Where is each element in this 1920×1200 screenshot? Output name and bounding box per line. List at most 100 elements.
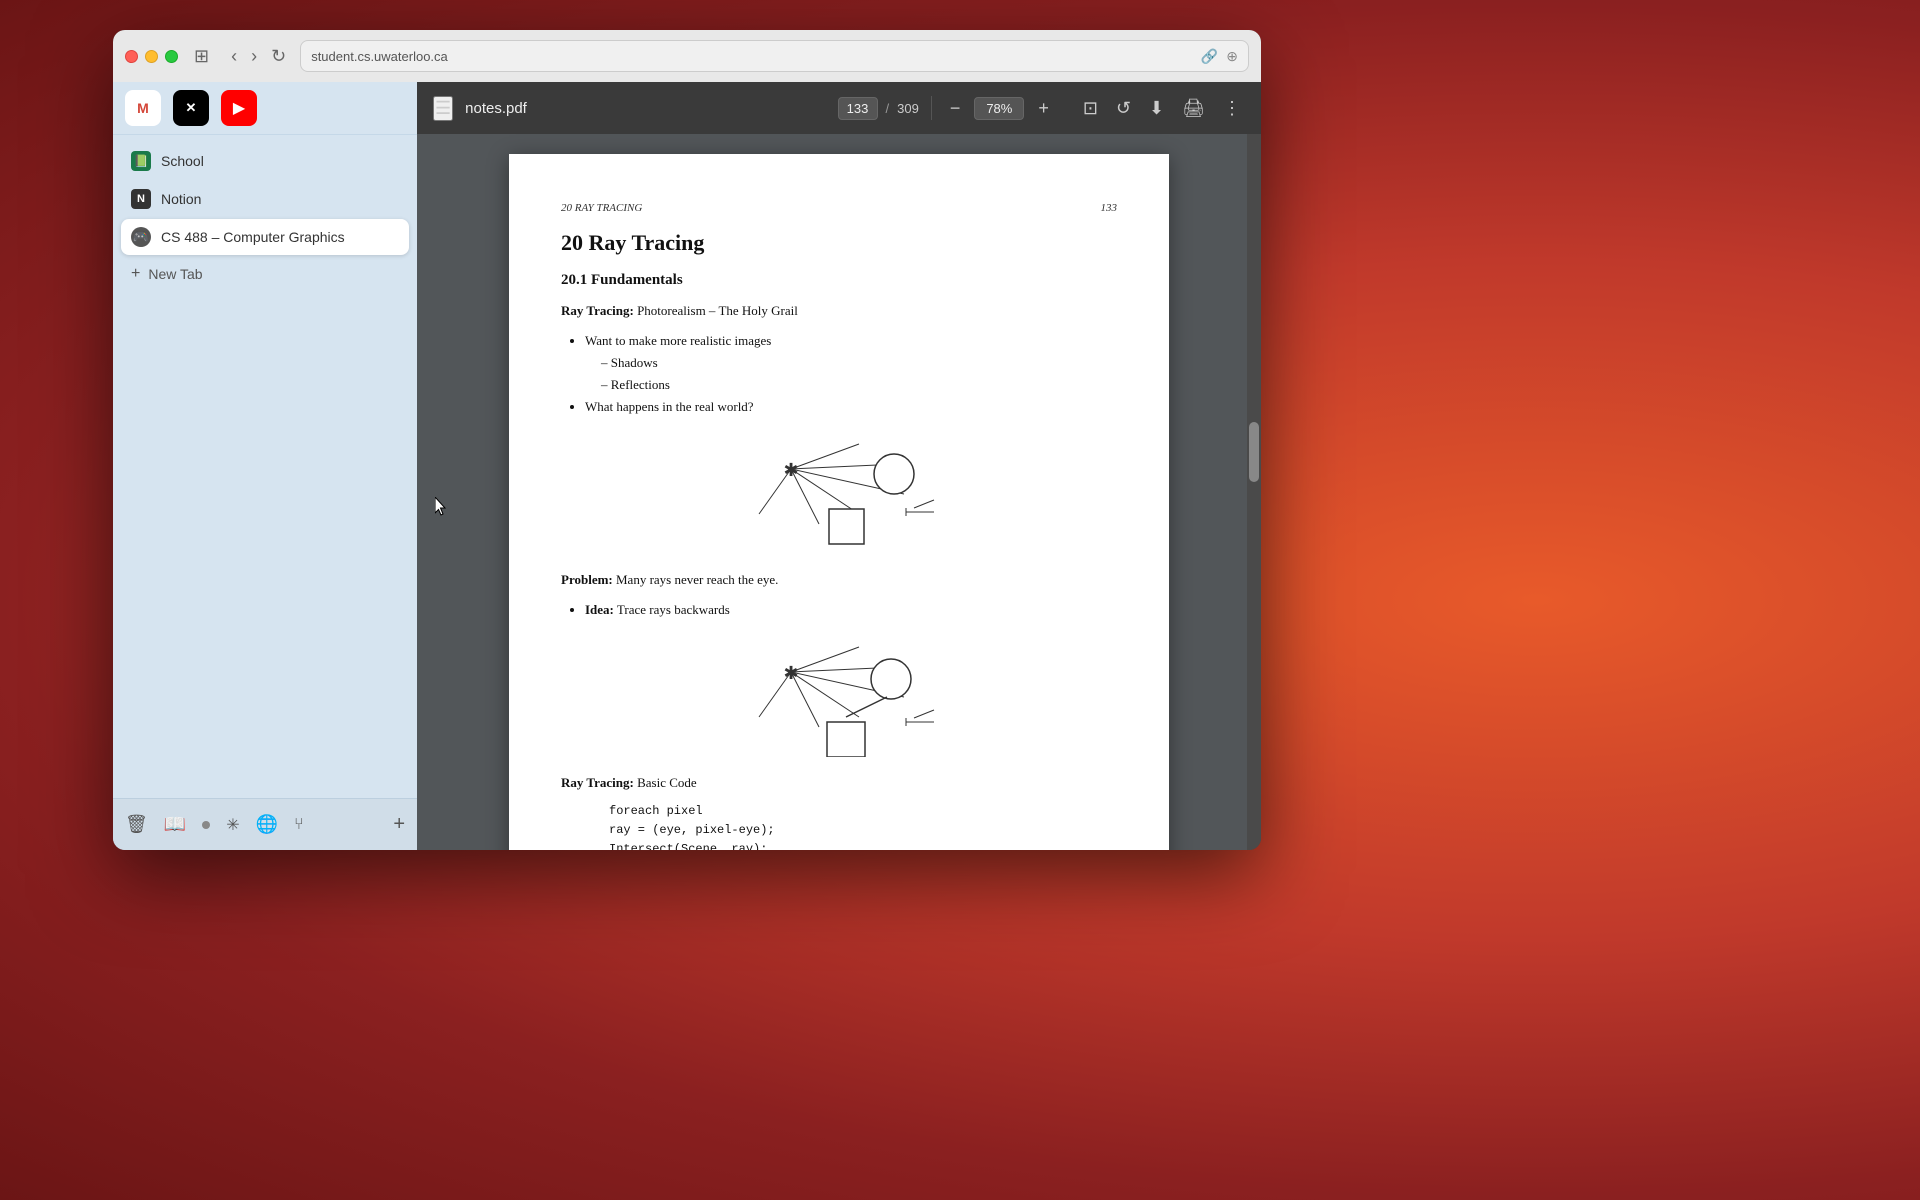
gmail-icon: M (137, 100, 149, 116)
basic-code-subtitle: Basic Code (637, 775, 697, 790)
sub-item-reflections: Reflections (601, 374, 1117, 396)
pdf-page-header: 20 RAY TRACING 133 (561, 202, 1117, 214)
bookmark-gmail[interactable]: M (125, 90, 161, 126)
minimize-button[interactable] (145, 50, 158, 63)
rotate-button[interactable]: ↺ (1112, 94, 1135, 123)
problem-text: Problem: Many rays never reach the eye. (561, 570, 1117, 591)
sub-list-1: Shadows Reflections (601, 352, 1117, 396)
idea-text: Trace rays backwards (617, 602, 730, 617)
section-title: 20.1 Fundamentals (561, 272, 1117, 289)
pdf-viewer: ☰ notes.pdf / 309 − 78% + ⊡ ↺ ⬇ 🖨 ⋮ (417, 82, 1261, 850)
basic-code-intro: Ray Tracing: Basic Code (561, 773, 1117, 794)
more-options-button[interactable]: ⋮ (1219, 94, 1245, 123)
notion-icon: N (137, 193, 145, 205)
address-bar[interactable]: student.cs.uwaterloo.ca 🔗 ⊕ (300, 40, 1249, 72)
add-icon[interactable]: + (393, 813, 405, 836)
share-icon[interactable]: ⊕ (1226, 48, 1238, 65)
tab-school[interactable]: 📗 School (121, 143, 409, 179)
page-total: 309 (897, 101, 919, 116)
ray-tracing-subtitle: Photorealism – The Holy Grail (637, 303, 798, 318)
idea-label: Idea: (585, 602, 614, 617)
ray-tracing-basic-label: Ray Tracing: (561, 775, 634, 790)
divider (931, 96, 932, 120)
browser-content: M ✕ ▶ 📗 School (113, 82, 1261, 850)
bullet-item-2: What happens in the real world? (585, 396, 1117, 418)
sidebar: M ✕ ▶ 📗 School (113, 82, 417, 850)
link-icon[interactable]: 🔗 (1201, 48, 1218, 65)
ray-diagram-2-svg: ✱ (739, 637, 939, 757)
cs488-tab-label: CS 488 – Computer Graphics (161, 229, 345, 245)
ray-diagram-1-svg: ✱ (739, 434, 939, 554)
ray-diagram-2: ✱ (561, 637, 1117, 757)
page-number-input[interactable] (838, 97, 878, 120)
tab-notion[interactable]: N Notion (121, 181, 409, 217)
fit-page-button[interactable]: ⊡ (1079, 94, 1102, 123)
asterisk-icon[interactable]: ✳ (226, 815, 239, 835)
chapter-header: 20 RAY TRACING (561, 202, 642, 214)
pdf-scrollbar-thumb[interactable] (1249, 422, 1259, 482)
tabs-area: 📗 School N Notion 🎮 CS 488 – Comp (113, 135, 417, 798)
idea-item: Idea: Trace rays backwards (585, 599, 1117, 621)
pdf-menu-button[interactable]: ☰ (433, 96, 453, 121)
ray-diagram-1: ✱ (561, 434, 1117, 554)
trash-icon[interactable]: 🗑 (125, 814, 148, 835)
code-line-2: ray = (eye, pixel-eye); (609, 821, 1117, 840)
maximize-button[interactable] (165, 50, 178, 63)
traffic-lights (125, 50, 178, 63)
game-icon: 🎮 (133, 229, 149, 245)
pdf-page-nav: / 309 − 78% + (838, 96, 1055, 121)
globe-icon[interactable]: 🌐 (256, 814, 278, 835)
close-button[interactable] (125, 50, 138, 63)
notion-tab-label: Notion (161, 191, 201, 207)
back-button[interactable]: ‹ (227, 44, 241, 69)
zoom-in-button[interactable]: + (1032, 96, 1055, 121)
new-tab-button[interactable]: + New Tab (121, 257, 409, 291)
tab-cs488[interactable]: 🎮 CS 488 – Computer Graphics (121, 219, 409, 255)
bottom-bar: 🗑 📖 ✳ 🌐 ⑂ + (113, 798, 417, 850)
pdf-toolbar-right: ⊡ ↺ ⬇ 🖨 ⋮ (1079, 94, 1245, 123)
bullet-list-1: Want to make more realistic images Shado… (585, 330, 1117, 418)
ray-tracing-intro: Ray Tracing: Photorealism – The Holy Gra… (561, 301, 1117, 322)
cs488-tab-icon: 🎮 (131, 227, 151, 247)
x-icon: ✕ (186, 100, 197, 116)
nav-buttons: ‹ › ↻ (227, 44, 290, 69)
bullet-list-idea: Idea: Trace rays backwards (585, 599, 1117, 621)
pdf-scrollbar[interactable] (1247, 134, 1261, 850)
code-line-3: Intersect(Scene, ray); (609, 840, 1117, 850)
zoom-out-button[interactable]: − (944, 96, 967, 121)
plus-icon: + (131, 265, 140, 283)
fork-icon[interactable]: ⑂ (294, 816, 304, 834)
ray-tracing-bold: Ray Tracing: (561, 303, 634, 318)
sub-item-shadows: Shadows (601, 352, 1117, 374)
zoom-level: 78% (974, 97, 1024, 120)
url-text: student.cs.uwaterloo.ca (311, 49, 1193, 64)
pdf-toolbar: ☰ notes.pdf / 309 − 78% + ⊡ ↺ ⬇ 🖨 ⋮ (417, 82, 1261, 134)
pdf-page: 20 RAY TRACING 133 20 Ray Tracing 20.1 F… (509, 154, 1169, 850)
reading-list-icon[interactable]: 📖 (164, 814, 186, 835)
sidebar-toggle-button[interactable]: ⊞ (194, 46, 209, 67)
bookmark-x[interactable]: ✕ (173, 90, 209, 126)
school-tab-label: School (161, 153, 204, 169)
page-number-display: 133 (1101, 202, 1118, 214)
school-tab-icon: 📗 (131, 151, 151, 171)
problem-description: Many rays never reach the eye. (616, 572, 778, 587)
bullet-item-1: Want to make more realistic images (585, 330, 1117, 352)
book-icon: 📗 (134, 154, 149, 168)
code-line-1: foreach pixel (609, 802, 1117, 821)
problem-label: Problem: (561, 572, 613, 587)
browser-titlebar: ⊞ ‹ › ↻ student.cs.uwaterloo.ca 🔗 ⊕ (113, 30, 1261, 82)
browser-window: ⊞ ‹ › ↻ student.cs.uwaterloo.ca 🔗 ⊕ M ✕ (113, 30, 1261, 850)
download-button[interactable]: ⬇ (1145, 94, 1168, 123)
pdf-content[interactable]: 20 RAY TRACING 133 20 Ray Tracing 20.1 F… (417, 134, 1261, 850)
page-separator: / (886, 101, 890, 116)
notion-tab-icon: N (131, 189, 151, 209)
bookmarks-bar: M ✕ ▶ (113, 82, 417, 135)
pdf-filename: notes.pdf (465, 100, 527, 117)
chapter-title: 20 Ray Tracing (561, 230, 1117, 256)
youtube-icon: ▶ (233, 98, 245, 118)
new-tab-label: New Tab (148, 266, 202, 282)
reload-button[interactable]: ↻ (267, 44, 290, 69)
forward-button[interactable]: › (247, 44, 261, 69)
print-button[interactable]: 🖨 (1178, 94, 1209, 123)
bookmark-youtube[interactable]: ▶ (221, 90, 257, 126)
